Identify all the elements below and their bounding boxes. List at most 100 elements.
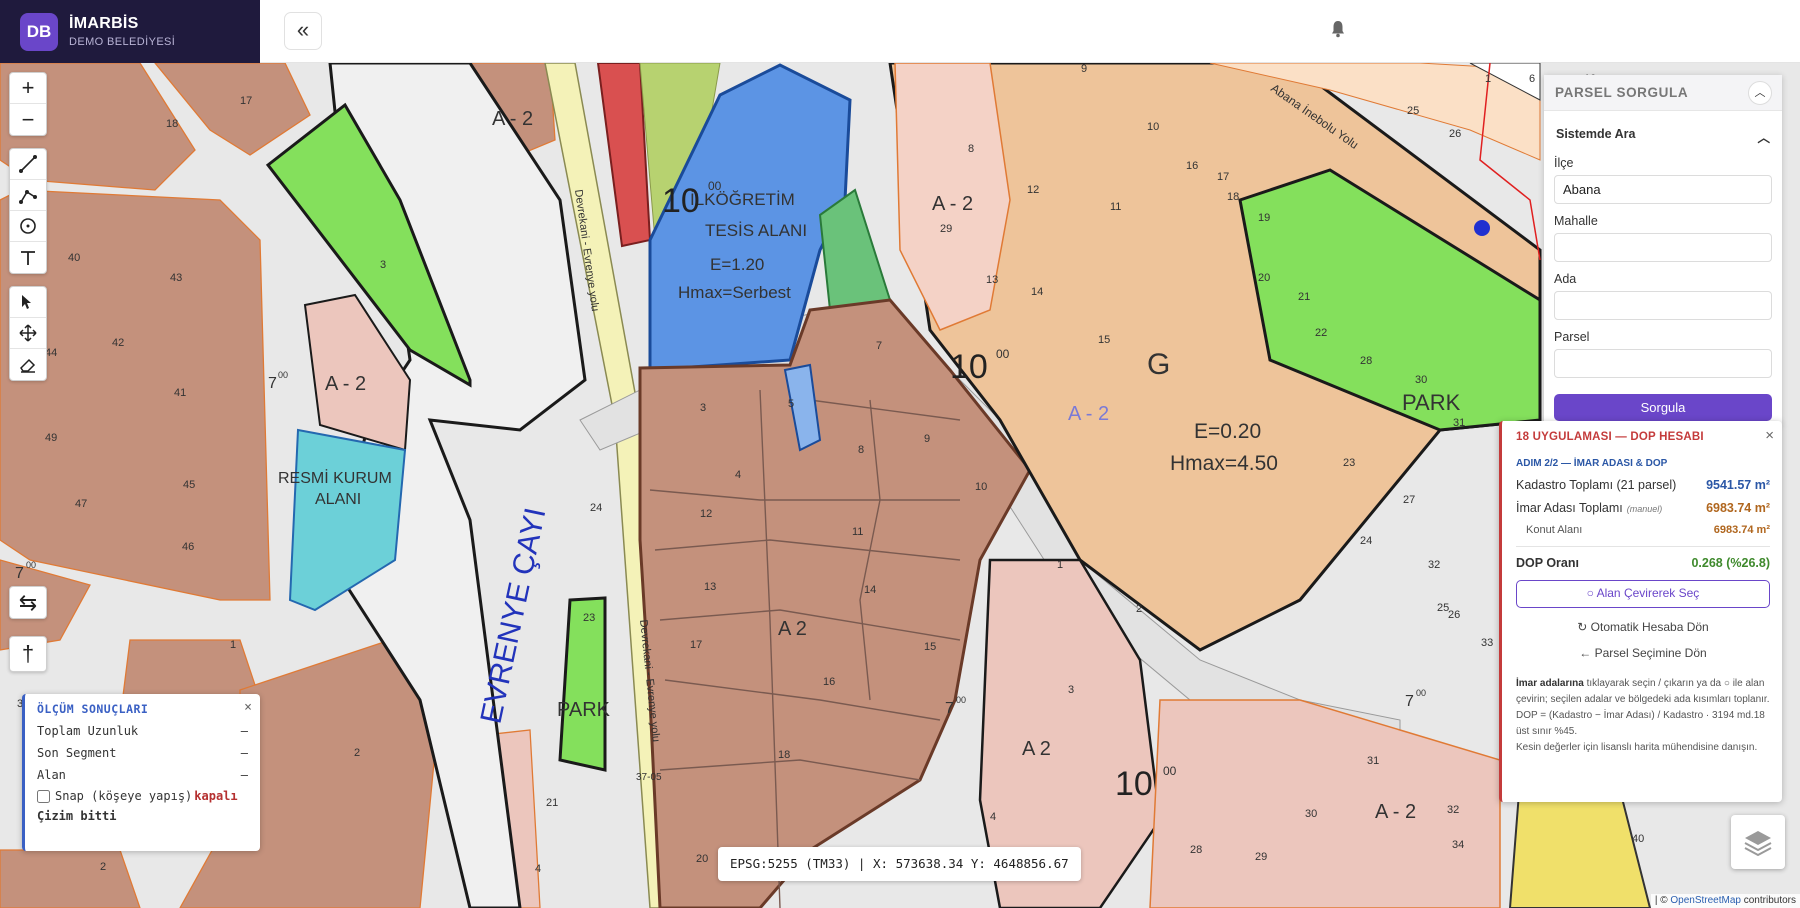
block-label: Ada <box>1554 272 1577 286</box>
back-to-parcel-button[interactable]: ← Parsel Seçimine Dön <box>1516 646 1770 660</box>
dop-close-button[interactable]: × <box>1765 427 1774 444</box>
parcel-number-label: 29 <box>940 223 952 235</box>
snap-toggle: Snap (köşeye yapış) kapalı <box>37 789 248 803</box>
layers-button[interactable] <box>1731 815 1785 869</box>
measure-point <box>1474 220 1490 236</box>
snap-checkbox[interactable] <box>37 789 50 803</box>
map-attribution: | © OpenStreetMap contributors <box>1650 894 1800 908</box>
chevron-up-icon[interactable]: ︿ <box>1748 80 1772 105</box>
parcel-number-label: 18 <box>778 749 790 761</box>
label-park-lower: PARK <box>557 699 611 721</box>
polyline-tool-icon <box>19 190 37 204</box>
parcel-label: Parsel <box>1554 330 1590 344</box>
label-road-width-1: 10 <box>662 182 700 220</box>
parcel-number-label: 21 <box>1298 291 1310 303</box>
label-park-right: PARK <box>1402 390 1461 415</box>
label-a2-7: A - 2 <box>1068 403 1109 425</box>
parcel-number-label: 49 <box>45 432 57 444</box>
label-a2-3: A - 2 <box>325 373 366 395</box>
parcel-number-label: 26 <box>1448 609 1460 621</box>
measurement-panel: ÖLÇÜM SONUÇLARI × Toplam Uzunluk – Son Se… <box>22 694 260 851</box>
district-input[interactable]: Abana <box>1554 175 1772 204</box>
edit-vertex-icon <box>22 295 31 309</box>
label-a2-1: A - 2 <box>492 108 533 130</box>
measure-value: – <box>240 768 248 782</box>
parcel-number-label: 8 <box>858 444 864 456</box>
parcel-number-label: 40 <box>68 252 80 264</box>
swap-button[interactable]: ⇆ <box>10 587 46 618</box>
bell-icon[interactable] <box>1331 20 1345 38</box>
parcel-number-label: 2 <box>1136 603 1142 615</box>
dop-title: 18 UYGULAMASI — DOP HESABI <box>1516 431 1704 443</box>
label-zone-g: G <box>1147 348 1170 381</box>
parcel-number-label: 12 <box>1027 184 1039 196</box>
parcel-query-header: PARSEL SORGULA ︿ <box>1544 75 1782 111</box>
label-a2-4: A 2 <box>778 618 807 640</box>
parcel-number-label: 42 <box>112 337 124 349</box>
measure-label: Toplam Uzunluk <box>37 724 139 738</box>
label-road-width-2: 10 <box>950 348 988 386</box>
collapse-sidebar-button[interactable]: « <box>284 12 322 50</box>
measure-row-total: Toplam Uzunluk – <box>37 724 248 738</box>
zoning-block-total-row: İmar Adası Toplamı (manuel) 6983.74 m² <box>1516 501 1770 515</box>
parcel-number-label: 43 <box>170 272 182 284</box>
parcel-number-label: 10 <box>1147 121 1159 133</box>
block-input[interactable] <box>1554 291 1772 320</box>
draw-polyline-button[interactable] <box>10 180 46 211</box>
zoom-out-button[interactable]: − <box>10 104 46 135</box>
parcel-number-label: 30 <box>1305 808 1317 820</box>
draw-circle-button[interactable] <box>10 211 46 242</box>
residential-area-label: Konut Alanı <box>1526 524 1583 536</box>
brand-logo: DB <box>20 12 58 51</box>
move-button[interactable] <box>10 318 46 349</box>
divider <box>1516 546 1770 547</box>
parcel-number-label: 16 <box>823 676 835 688</box>
parcel-number-label: 24 <box>590 502 602 514</box>
erase-button[interactable] <box>10 349 46 380</box>
residential-area-value: 6983.74 m² <box>1713 524 1770 536</box>
zoom-in-button[interactable]: + <box>10 73 46 104</box>
north-arrow-button[interactable]: † <box>10 637 46 671</box>
system-search-section[interactable]: Sistemde Ara ︿ <box>1544 111 1782 146</box>
neighborhood-input[interactable] <box>1554 233 1772 262</box>
edit-vertex-button[interactable] <box>10 287 46 318</box>
layers-icon <box>1744 831 1772 857</box>
parcel-number-label: 31 <box>1367 755 1379 767</box>
chevron-up-icon[interactable]: ︿ <box>1757 127 1770 146</box>
parcel-number-label: 17 <box>1217 171 1229 183</box>
brand-subtitle: DEMO BELEDİYESİ <box>69 36 176 48</box>
parcel-number-label: 11 <box>1110 201 1121 213</box>
zoning-block-total-value: 6983.74 m² <box>1706 501 1770 515</box>
measurement-title: ÖLÇÜM SONUÇLARI <box>37 702 149 716</box>
brand-title: İMARBİS <box>69 15 139 32</box>
parcel-number-label: 40 <box>1632 833 1644 845</box>
auto-calc-button[interactable]: ↻ Otomatik Hesaba Dön <box>1516 620 1770 634</box>
parcel-number-label: 4 <box>990 811 996 823</box>
note-text-3: Kesin değerler için lisanslı harita mühe… <box>1516 742 1758 753</box>
cadastre-total-label: Kadastro Toplamı (21 parsel) <box>1516 478 1677 492</box>
parcel-number-label: 23 <box>583 612 595 624</box>
parcel-number-label: 29 <box>1255 851 1267 863</box>
system-search-label: Sistemde Ara <box>1556 127 1636 141</box>
measurement-close-button[interactable]: × <box>244 700 252 715</box>
manual-tag: (manuel) <box>1626 504 1663 514</box>
label-road-width-4: 7 <box>268 375 277 392</box>
query-button[interactable]: Sorgula <box>1554 394 1772 421</box>
draw-text-button[interactable] <box>10 242 46 273</box>
parcel-number-label: 15 <box>924 641 936 653</box>
north-control: † <box>9 636 47 672</box>
label-road-width-7: 7 <box>1405 693 1414 710</box>
parcel-input[interactable] <box>1554 349 1772 378</box>
label-road-width-7-sup: 00 <box>1416 688 1426 698</box>
draw-line-button[interactable] <box>10 149 46 180</box>
dop-ratio-row: DOP Oranı 0.268 (%26.8) <box>1516 556 1770 570</box>
parcel-number-label: 13 <box>704 581 716 593</box>
parcel-number-label: 22 <box>1315 327 1327 339</box>
parcel-number-label: 3 <box>1068 684 1074 696</box>
select-by-area-button[interactable]: ○ Alan Çevirerek Seç <box>1516 580 1770 608</box>
parcel-number-label: 32 <box>1447 804 1459 816</box>
label-road-width-6: 7 <box>945 700 954 717</box>
measure-label: Son Segment <box>37 746 117 760</box>
parcel-number-label: 2 <box>100 861 106 873</box>
osm-link[interactable]: OpenStreetMap <box>1670 895 1741 906</box>
